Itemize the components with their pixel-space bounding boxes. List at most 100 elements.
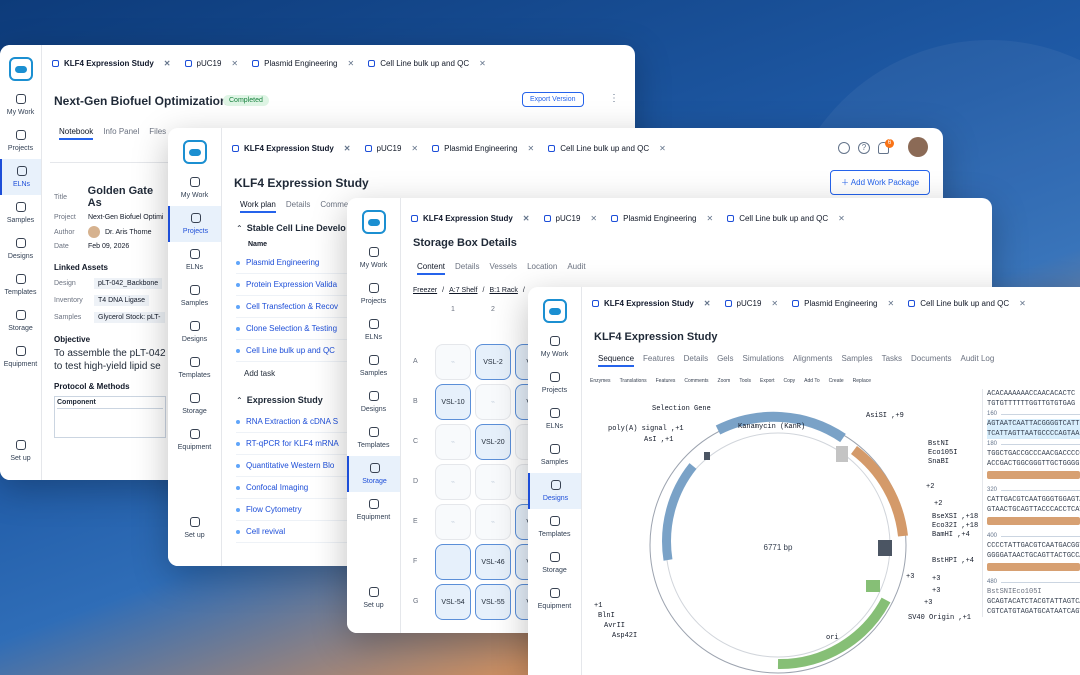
nav-projects[interactable]: Projects — [168, 206, 221, 242]
tab-samples[interactable]: Samples — [841, 354, 872, 367]
task-item[interactable]: Plasmid Engineering — [236, 252, 356, 274]
nav-projects[interactable]: Projects — [528, 365, 581, 401]
app-logo[interactable] — [8, 57, 33, 81]
task-item[interactable]: Cell Line bulk up and QC — [236, 340, 356, 362]
storage-cell[interactable]: VSL-54 — [435, 584, 471, 620]
close-icon[interactable]: ✕ — [411, 144, 418, 153]
storage-cell[interactable]: ⌁ — [475, 504, 511, 540]
nav-storage[interactable]: Storage — [347, 456, 400, 492]
tab-puc19[interactable]: pUC19 ✕ — [364, 140, 418, 157]
toolbar-copy[interactable]: Copy — [783, 378, 795, 384]
tab-audit[interactable]: Audit — [567, 262, 585, 275]
tab-klf4[interactable]: KLF4 Expression Study ✕ — [592, 295, 711, 312]
nav-mywork[interactable]: My Work — [0, 87, 41, 123]
storage-cell[interactable]: ⌁ — [435, 344, 471, 380]
nav-setup[interactable]: Set up — [168, 510, 221, 546]
close-icon[interactable]: ✕ — [523, 214, 530, 223]
nav-elns[interactable]: ELNs — [168, 242, 221, 278]
tab-plasmid[interactable]: Plasmid Engineering ✕ — [611, 210, 713, 227]
nav-mywork[interactable]: My Work — [347, 240, 400, 276]
group-expression-study[interactable]: ⌃ Expression Study — [236, 395, 356, 405]
nav-samples[interactable]: Samples — [347, 348, 400, 384]
tab-info-panel[interactable]: Info Panel — [103, 127, 139, 140]
storage-cell[interactable]: ⌁ — [435, 504, 471, 540]
toolbar-zoom[interactable]: Zoom — [718, 378, 731, 384]
task-item[interactable]: Flow Cytometry — [236, 499, 356, 521]
storage-cell[interactable]: VSL-46 — [475, 544, 511, 580]
tab-cellline[interactable]: Cell Line bulk up and QC ✕ — [727, 210, 845, 227]
tab-location[interactable]: Location — [527, 262, 557, 275]
tab-documents[interactable]: Documents — [911, 354, 951, 367]
tab-sequence[interactable]: Sequence — [598, 354, 635, 367]
close-icon[interactable]: ✕ — [771, 299, 778, 308]
close-icon[interactable]: ✕ — [231, 59, 238, 68]
toolbar-comments[interactable]: Comments — [684, 378, 708, 384]
help-icon[interactable]: ? — [858, 142, 870, 154]
app-logo[interactable] — [542, 299, 567, 323]
storage-cell[interactable]: ⌁ — [435, 464, 471, 500]
group-stable-cell-line[interactable]: ⌃ Stable Cell Line Develo — [236, 223, 356, 233]
storage-cell[interactable]: VSL-20 — [475, 424, 511, 460]
storage-cell[interactable] — [435, 544, 471, 580]
close-icon[interactable]: ✕ — [164, 59, 171, 68]
close-icon[interactable]: ✕ — [344, 144, 351, 153]
toolbar-create[interactable]: Create — [829, 378, 844, 384]
nav-templates[interactable]: Templates — [168, 350, 221, 386]
nav-setup[interactable]: Set up — [0, 433, 41, 469]
tab-klf4[interactable]: KLF4 Expression Study ✕ — [411, 210, 530, 227]
nav-templates[interactable]: Templates — [347, 420, 400, 456]
task-item[interactable]: RT-qPCR for KLF4 mRNA — [236, 433, 356, 455]
tab-alignments[interactable]: Alignments — [793, 354, 833, 367]
editor-toolbar[interactable] — [50, 153, 170, 163]
feature-left-gene[interactable] — [662, 463, 697, 561]
toolbar-export[interactable]: Export — [760, 378, 774, 384]
tab-plasmid[interactable]: Plasmid Engineering ✕ — [432, 140, 534, 157]
nav-equipment[interactable]: Equipment — [0, 339, 41, 375]
tab-work-plan[interactable]: Work plan — [240, 200, 276, 213]
add-task-button[interactable]: Add task — [244, 369, 356, 378]
storage-cell[interactable]: ⌁ — [435, 424, 471, 460]
storage-cell[interactable]: VSL-10 — [435, 384, 471, 420]
tab-klf4[interactable]: KLF4 Expression Study ✕ — [232, 140, 351, 157]
task-item[interactable]: Confocal Imaging — [236, 477, 356, 499]
nav-elns[interactable]: ELNs — [0, 159, 41, 195]
tab-cellline[interactable]: Cell Line bulk up and QC ✕ — [368, 55, 486, 72]
plasmid-map[interactable]: 6771 bp Selection Gene poly(A) signal ,+… — [588, 390, 978, 675]
task-item[interactable]: Cell revival — [236, 521, 356, 543]
more-icon[interactable]: ⋮ — [609, 93, 619, 104]
toolbar-replace[interactable]: Replace — [853, 378, 871, 384]
tab-cellline[interactable]: Cell Line bulk up and QC ✕ — [548, 140, 666, 157]
tab-puc19[interactable]: pUC19 ✕ — [184, 55, 238, 72]
nav-storage[interactable]: Storage — [168, 386, 221, 422]
nav-templates[interactable]: Templates — [528, 509, 581, 545]
tab-gels[interactable]: Gels — [717, 354, 733, 367]
app-logo[interactable] — [182, 140, 207, 164]
feature-promoter[interactable] — [850, 445, 908, 537]
storage-cell[interactable]: ⌁ — [475, 384, 511, 420]
tab-files[interactable]: Files — [149, 127, 166, 140]
nav-projects[interactable]: Projects — [0, 123, 41, 159]
tab-puc19[interactable]: pUC19 ✕ — [724, 295, 778, 312]
tab-content[interactable]: Content — [417, 262, 446, 275]
close-icon[interactable]: ✕ — [590, 214, 597, 223]
storage-cell[interactable]: VSL-55 — [475, 584, 511, 620]
nav-setup[interactable]: Set up — [347, 580, 400, 616]
tab-simulations[interactable]: Simulations — [743, 354, 784, 367]
nav-samples[interactable]: Samples — [0, 195, 41, 231]
toolbar-translations[interactable]: Translations — [620, 378, 647, 384]
nav-designs[interactable]: Designs — [347, 384, 400, 420]
nav-elns[interactable]: ELNs — [347, 312, 400, 348]
tab-features[interactable]: Features — [643, 354, 675, 367]
nav-storage[interactable]: Storage — [0, 303, 41, 339]
tab-puc19[interactable]: pUC19 ✕ — [543, 210, 597, 227]
nav-templates[interactable]: Templates — [0, 267, 41, 303]
app-logo[interactable] — [361, 210, 386, 234]
close-icon[interactable]: ✕ — [1019, 299, 1026, 308]
nav-designs[interactable]: Designs — [168, 314, 221, 350]
tab-vessels[interactable]: Vessels — [489, 262, 517, 275]
tab-plasmid[interactable]: Plasmid Engineering ✕ — [792, 295, 894, 312]
nav-designs[interactable]: Designs — [528, 473, 581, 509]
toolbar-add-to[interactable]: Add To — [804, 378, 819, 384]
nav-samples[interactable]: Samples — [168, 278, 221, 314]
close-icon[interactable]: ✕ — [659, 144, 666, 153]
